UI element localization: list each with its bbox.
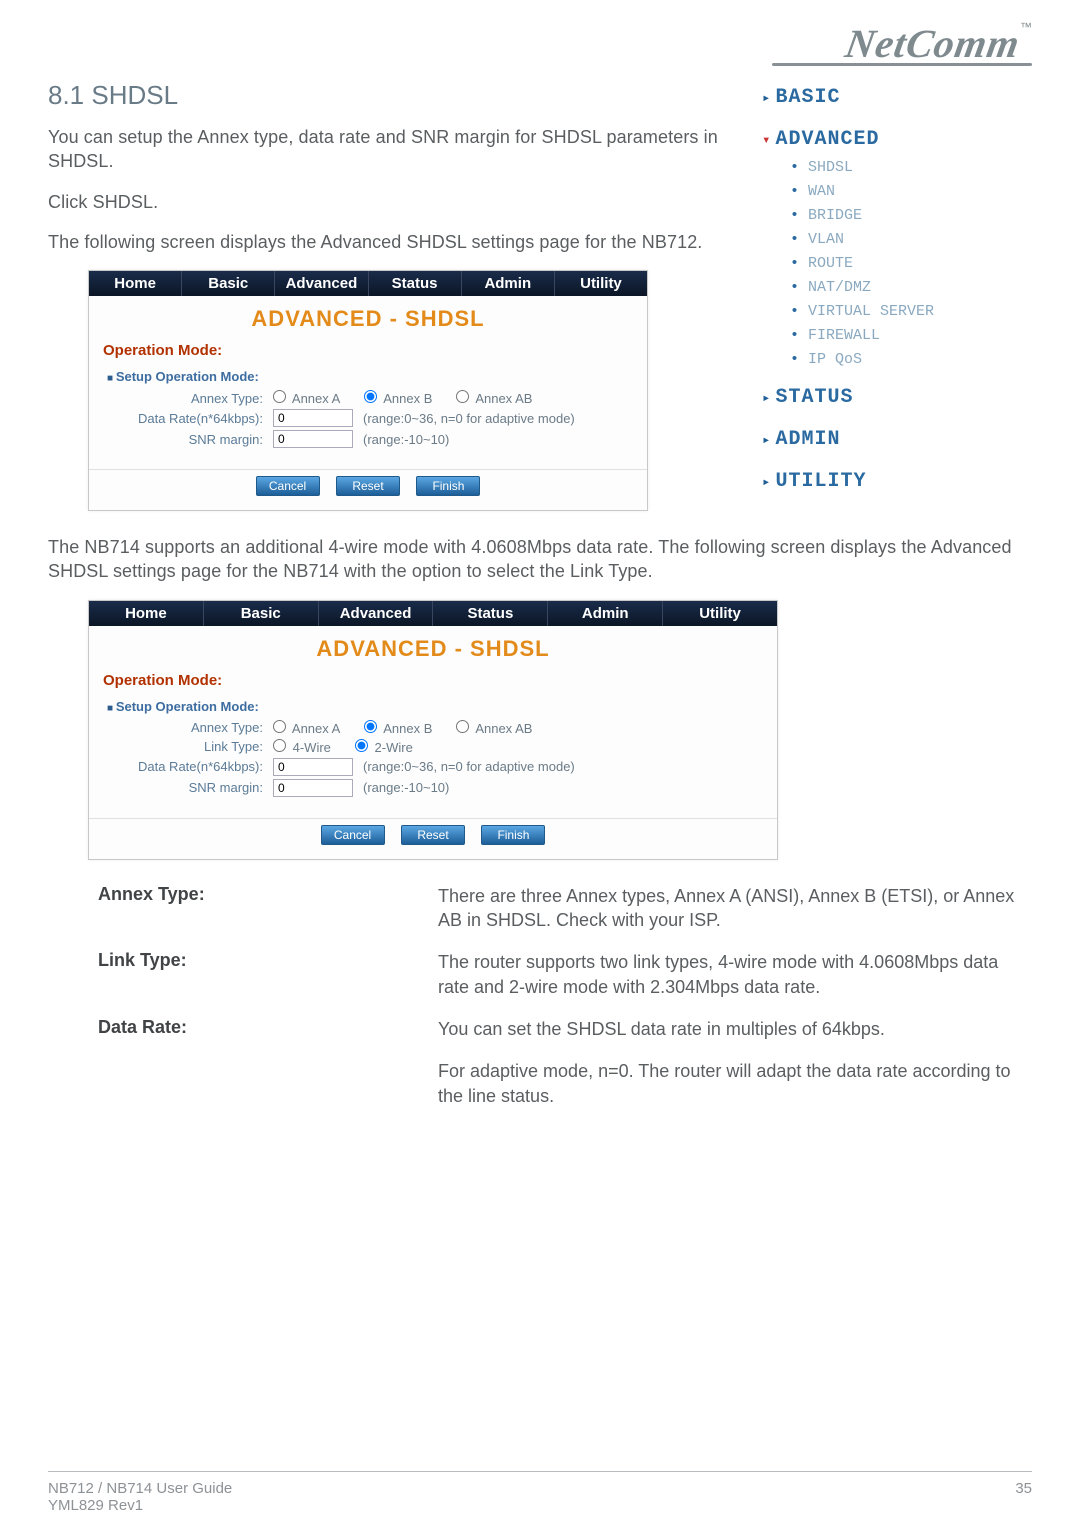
link-type-label: Link Type: bbox=[123, 739, 263, 754]
tab-advanced[interactable]: Advanced bbox=[275, 271, 368, 296]
operation-mode-heading-2: Operation Mode: bbox=[89, 668, 777, 699]
def-adaptive-desc: For adaptive mode, n=0. The router will … bbox=[438, 1059, 1032, 1108]
tab-basic[interactable]: Basic bbox=[182, 271, 275, 296]
sidebar-utility[interactable]: ▸UTILITY bbox=[762, 466, 1032, 498]
data-rate-hint-2: (range:0~36, n=0 for adaptive mode) bbox=[363, 759, 575, 774]
def-link-type-desc: The router supports two link types, 4-wi… bbox=[438, 950, 1032, 999]
app-title-2: ADVANCED - SHDSL bbox=[89, 626, 777, 668]
sidebar-status[interactable]: ▸STATUS bbox=[762, 382, 1032, 414]
brand-logo: NetComm™ bbox=[48, 20, 1032, 66]
logo-text: NetComm bbox=[842, 20, 1024, 67]
snr-margin-hint-2: (range:-10~10) bbox=[363, 780, 449, 795]
def-data-rate-desc: You can set the SHDSL data rate in multi… bbox=[438, 1017, 1032, 1041]
cancel-button-2[interactable]: Cancel bbox=[321, 825, 385, 845]
sidebar-basic[interactable]: ▸BASIC bbox=[762, 82, 1032, 114]
setup-operation-mode-heading: Setup Operation Mode: bbox=[123, 369, 633, 384]
tab-home-2[interactable]: Home bbox=[89, 601, 204, 626]
section-title: 8.1 SHDSL bbox=[48, 80, 736, 111]
finish-button[interactable]: Finish bbox=[416, 476, 480, 496]
page-footer: NB712 / NB714 User Guide YML829 Rev1 35 bbox=[48, 1471, 1032, 1514]
screenshot-nb714: Home Basic Advanced Status Admin Utility… bbox=[88, 600, 778, 860]
annex-ab-radio[interactable]: Annex AB bbox=[456, 390, 532, 406]
data-rate-label-2: Data Rate(n*64kbps): bbox=[123, 759, 263, 774]
tab-admin[interactable]: Admin bbox=[462, 271, 555, 296]
annex-ab-radio-2[interactable]: Annex AB bbox=[456, 720, 532, 736]
definitions-block: Annex Type: There are three Annex types,… bbox=[98, 884, 1032, 1108]
annex-a-radio[interactable]: Annex A bbox=[273, 390, 340, 406]
annex-type-label-2: Annex Type: bbox=[123, 720, 263, 735]
intro-paragraph-4: The NB714 supports an additional 4-wire … bbox=[48, 535, 1032, 584]
setup-operation-mode-heading-2: Setup Operation Mode: bbox=[123, 699, 763, 714]
annex-type-label: Annex Type: bbox=[123, 391, 263, 406]
app-title: ADVANCED - SHDSL bbox=[89, 296, 647, 338]
sidebar-item-bridge[interactable]: BRIDGE bbox=[790, 204, 1032, 228]
snr-margin-label: SNR margin: bbox=[123, 432, 263, 447]
reset-button[interactable]: Reset bbox=[336, 476, 400, 496]
intro-paragraph-2: Click SHDSL. bbox=[48, 190, 736, 214]
footer-revision: YML829 Rev1 bbox=[48, 1497, 232, 1514]
snr-margin-label-2: SNR margin: bbox=[123, 780, 263, 795]
cancel-button[interactable]: Cancel bbox=[256, 476, 320, 496]
sidebar-item-ipqos[interactable]: IP QoS bbox=[790, 348, 1032, 372]
def-data-rate-label: Data Rate: bbox=[98, 1017, 438, 1041]
intro-paragraph-3: The following screen displays the Advanc… bbox=[48, 230, 736, 254]
def-link-type-label: Link Type: bbox=[98, 950, 438, 999]
snr-margin-input-2[interactable] bbox=[273, 779, 353, 797]
sidebar-advanced[interactable]: ▾ADVANCED bbox=[762, 124, 1032, 156]
page-number: 35 bbox=[1015, 1480, 1032, 1514]
sidebar-item-wan[interactable]: WAN bbox=[790, 180, 1032, 204]
sidebar-item-shdsl[interactable]: SHDSL bbox=[790, 156, 1032, 180]
sidebar-admin[interactable]: ▸ADMIN bbox=[762, 424, 1032, 456]
tab-utility[interactable]: Utility bbox=[555, 271, 647, 296]
footer-guide-title: NB712 / NB714 User Guide bbox=[48, 1480, 232, 1497]
annex-b-radio-2[interactable]: Annex B bbox=[364, 720, 432, 736]
def-annex-type-desc: There are three Annex types, Annex A (AN… bbox=[438, 884, 1032, 933]
def-annex-type-label: Annex Type: bbox=[98, 884, 438, 933]
tab-advanced-2[interactable]: Advanced bbox=[319, 601, 434, 626]
tab-status-2[interactable]: Status bbox=[433, 601, 548, 626]
link-2wire-radio[interactable]: 2-Wire bbox=[355, 739, 413, 755]
app-tabs-2: Home Basic Advanced Status Admin Utility bbox=[89, 601, 777, 626]
reset-button-2[interactable]: Reset bbox=[401, 825, 465, 845]
screenshot-nb712: Home Basic Advanced Status Admin Utility… bbox=[88, 270, 648, 511]
sidebar-item-vlan[interactable]: VLAN bbox=[790, 228, 1032, 252]
def-blank-label bbox=[98, 1059, 438, 1108]
snr-margin-hint: (range:-10~10) bbox=[363, 432, 449, 447]
tab-admin-2[interactable]: Admin bbox=[548, 601, 663, 626]
intro-paragraph-1: You can setup the Annex type, data rate … bbox=[48, 125, 736, 174]
sidebar-nav: ▸BASIC ▾ADVANCED SHDSL WAN BRIDGE VLAN R… bbox=[762, 66, 1032, 498]
link-4wire-radio[interactable]: 4-Wire bbox=[273, 739, 331, 755]
snr-margin-input[interactable] bbox=[273, 430, 353, 448]
data-rate-label: Data Rate(n*64kbps): bbox=[123, 411, 263, 426]
sidebar-item-firewall[interactable]: FIREWALL bbox=[790, 324, 1032, 348]
tab-status[interactable]: Status bbox=[369, 271, 462, 296]
app-tabs: Home Basic Advanced Status Admin Utility bbox=[89, 271, 647, 296]
tab-basic-2[interactable]: Basic bbox=[204, 601, 319, 626]
data-rate-input-2[interactable] bbox=[273, 758, 353, 776]
sidebar-item-route[interactable]: ROUTE bbox=[790, 252, 1032, 276]
annex-b-radio[interactable]: Annex B bbox=[364, 390, 432, 406]
sidebar-item-natdmz[interactable]: NAT/DMZ bbox=[790, 276, 1032, 300]
tab-utility-2[interactable]: Utility bbox=[663, 601, 777, 626]
operation-mode-heading: Operation Mode: bbox=[89, 338, 647, 369]
data-rate-hint: (range:0~36, n=0 for adaptive mode) bbox=[363, 411, 575, 426]
sidebar-item-virtualserver[interactable]: VIRTUAL SERVER bbox=[790, 300, 1032, 324]
annex-a-radio-2[interactable]: Annex A bbox=[273, 720, 340, 736]
data-rate-input[interactable] bbox=[273, 409, 353, 427]
finish-button-2[interactable]: Finish bbox=[481, 825, 545, 845]
tab-home[interactable]: Home bbox=[89, 271, 182, 296]
